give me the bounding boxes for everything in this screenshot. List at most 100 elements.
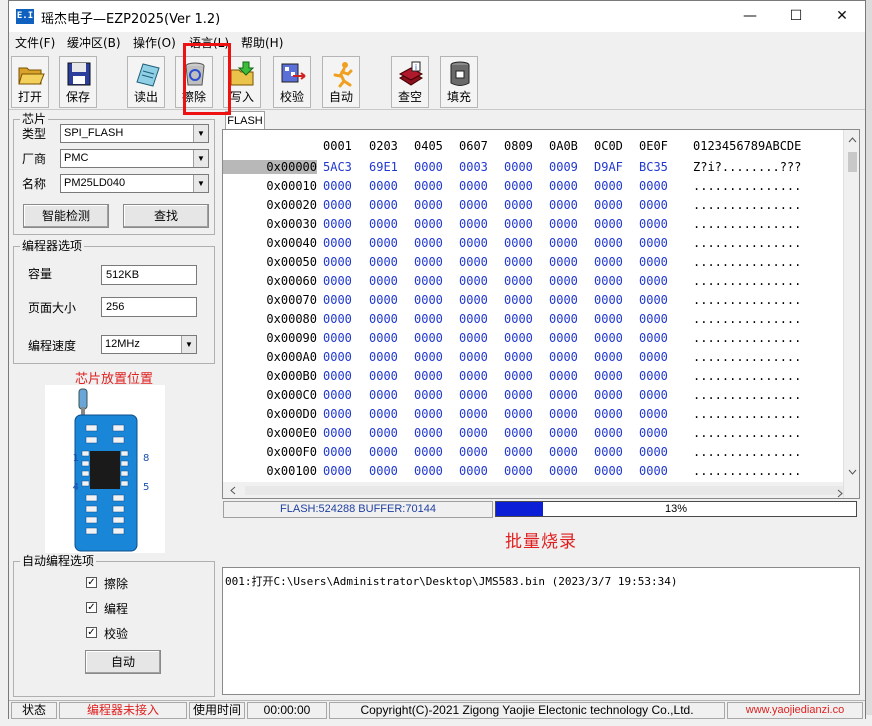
hex-cell[interactable]: 0000 bbox=[323, 350, 352, 364]
vertical-scrollbar[interactable] bbox=[843, 130, 859, 498]
hex-cell[interactable]: 0000 bbox=[639, 274, 668, 288]
hex-cell[interactable]: 0000 bbox=[504, 255, 533, 269]
hex-cell[interactable]: 0000 bbox=[504, 312, 533, 326]
hex-cell[interactable]: 0000 bbox=[323, 369, 352, 383]
table-row[interactable]: 0x00030 0000 0000 0000 0000 0000 0000 0000 0000.… bbox=[223, 215, 859, 234]
open-button[interactable]: 打开 bbox=[11, 56, 49, 108]
hex-cell[interactable]: 0000 bbox=[594, 179, 623, 193]
hex-cell[interactable]: 0000 bbox=[594, 198, 623, 212]
chip-name-select[interactable]: PM25LD040 ▼ bbox=[60, 174, 209, 193]
hex-cell[interactable]: 0000 bbox=[639, 293, 668, 307]
chevron-down-icon[interactable]: ▼ bbox=[181, 336, 196, 353]
hex-cell[interactable]: 0000 bbox=[594, 350, 623, 364]
hex-cell[interactable]: 0000 bbox=[414, 426, 443, 440]
hex-cell[interactable]: 0000 bbox=[639, 179, 668, 193]
menu-file[interactable]: 文件(F) bbox=[15, 34, 55, 51]
hex-cell[interactable]: 0000 bbox=[639, 236, 668, 250]
hex-cell[interactable]: 0000 bbox=[549, 293, 578, 307]
hex-cell[interactable]: 0000 bbox=[459, 350, 488, 364]
hex-cell[interactable]: 0000 bbox=[549, 445, 578, 459]
hex-cell[interactable]: 0000 bbox=[504, 236, 533, 250]
chevron-down-icon[interactable]: ▼ bbox=[193, 175, 208, 192]
scroll-right-icon[interactable] bbox=[832, 485, 849, 502]
horizontal-scrollbar[interactable] bbox=[223, 482, 843, 498]
hex-cell[interactable]: 0000 bbox=[323, 236, 352, 250]
hex-cell[interactable]: 0000 bbox=[504, 293, 533, 307]
website-link[interactable]: www.yaojiedianzi.co bbox=[727, 702, 863, 719]
hex-cell[interactable]: 0000 bbox=[414, 350, 443, 364]
hex-cell[interactable]: 0000 bbox=[639, 426, 668, 440]
hex-cell[interactable]: 0000 bbox=[549, 274, 578, 288]
hex-cell[interactable]: 0003 bbox=[459, 160, 488, 174]
hex-cell[interactable]: 0000 bbox=[549, 312, 578, 326]
minimize-button[interactable]: — bbox=[727, 1, 773, 32]
hex-cell[interactable]: 0000 bbox=[414, 407, 443, 421]
hex-cell[interactable]: 0009 bbox=[549, 160, 578, 174]
hex-cell[interactable]: 0000 bbox=[369, 407, 398, 421]
hex-cell[interactable]: 0000 bbox=[459, 198, 488, 212]
hex-cell[interactable]: 0000 bbox=[414, 445, 443, 459]
hex-cell[interactable]: 0000 bbox=[594, 388, 623, 402]
hex-cell[interactable]: 0000 bbox=[323, 179, 352, 193]
hex-cell[interactable]: 0000 bbox=[414, 179, 443, 193]
hex-cell[interactable]: 0000 bbox=[369, 388, 398, 402]
page-size-field[interactable]: 256 bbox=[101, 297, 197, 317]
table-row[interactable]: 0x000E0 0000 0000 0000 0000 0000 0000 0000 0000.… bbox=[223, 424, 859, 443]
hex-cell[interactable]: 0000 bbox=[414, 198, 443, 212]
hex-cell[interactable]: D9AF bbox=[594, 160, 623, 174]
chip-vendor-select[interactable]: PMC ▼ bbox=[60, 149, 209, 168]
hex-cell[interactable]: 0000 bbox=[594, 312, 623, 326]
hex-cell[interactable]: 0000 bbox=[369, 236, 398, 250]
table-row[interactable]: 0x00060 0000 0000 0000 0000 0000 0000 0000 0000.… bbox=[223, 272, 859, 291]
hex-cell[interactable]: 0000 bbox=[549, 464, 578, 478]
hex-cell[interactable]: 0000 bbox=[504, 331, 533, 345]
hex-cell[interactable]: 0000 bbox=[369, 464, 398, 478]
hex-cell[interactable]: 0000 bbox=[639, 255, 668, 269]
hex-cell[interactable]: 0000 bbox=[594, 445, 623, 459]
hex-cell[interactable]: 0000 bbox=[594, 255, 623, 269]
capacity-field[interactable]: 512KB bbox=[101, 265, 197, 285]
table-row[interactable]: 0x000C0 0000 0000 0000 0000 0000 0000 0000 0000.… bbox=[223, 386, 859, 405]
hex-cell[interactable]: 0000 bbox=[594, 464, 623, 478]
hex-cell[interactable]: 0000 bbox=[594, 426, 623, 440]
hex-cell[interactable]: 0000 bbox=[504, 369, 533, 383]
hex-cell[interactable]: 0000 bbox=[323, 331, 352, 345]
verify-checkbox[interactable]: ✓ bbox=[86, 627, 97, 638]
erase-checkbox[interactable]: ✓ bbox=[86, 577, 97, 588]
hex-cell[interactable]: 0000 bbox=[323, 274, 352, 288]
hex-cell[interactable]: 0000 bbox=[459, 274, 488, 288]
hex-cell[interactable]: 0000 bbox=[504, 426, 533, 440]
auto-button-toolbar[interactable]: 自动 bbox=[322, 56, 360, 108]
hex-cell[interactable]: 0000 bbox=[504, 217, 533, 231]
hex-cell[interactable]: 0000 bbox=[639, 350, 668, 364]
hex-cell[interactable]: 0000 bbox=[459, 255, 488, 269]
table-row[interactable]: 0x00070 0000 0000 0000 0000 0000 0000 0000 0000.… bbox=[223, 291, 859, 310]
hex-cell[interactable]: 0000 bbox=[323, 293, 352, 307]
hex-cell[interactable]: 0000 bbox=[594, 369, 623, 383]
hex-cell[interactable]: 0000 bbox=[504, 445, 533, 459]
hex-cell[interactable]: 0000 bbox=[504, 350, 533, 364]
hex-cell[interactable]: 0000 bbox=[323, 407, 352, 421]
hex-cell[interactable]: 0000 bbox=[594, 274, 623, 288]
hex-cell[interactable]: 0000 bbox=[323, 464, 352, 478]
hex-cell[interactable]: 0000 bbox=[549, 388, 578, 402]
menu-help[interactable]: 帮助(H) bbox=[241, 34, 283, 51]
hex-cell[interactable]: 0000 bbox=[549, 198, 578, 212]
hex-cell[interactable]: 0000 bbox=[369, 426, 398, 440]
hex-cell[interactable]: 0000 bbox=[639, 369, 668, 383]
hex-cell[interactable]: 0000 bbox=[414, 312, 443, 326]
hex-cell[interactable]: 0000 bbox=[459, 331, 488, 345]
hex-cell[interactable]: 0000 bbox=[459, 445, 488, 459]
hex-cell[interactable]: 0000 bbox=[504, 407, 533, 421]
program-checkbox[interactable]: ✓ bbox=[86, 602, 97, 613]
hex-cell[interactable]: 0000 bbox=[414, 369, 443, 383]
table-row[interactable]: 0x000A0 0000 0000 0000 0000 0000 0000 0000 0000.… bbox=[223, 348, 859, 367]
hex-cell[interactable]: 0000 bbox=[369, 312, 398, 326]
hex-cell[interactable]: 0000 bbox=[549, 179, 578, 193]
hex-cell[interactable]: 0000 bbox=[459, 217, 488, 231]
hex-cell[interactable]: 0000 bbox=[369, 255, 398, 269]
hex-cell[interactable]: 0000 bbox=[594, 236, 623, 250]
chevron-down-icon[interactable]: ▼ bbox=[193, 125, 208, 142]
hex-cell[interactable]: 0000 bbox=[549, 369, 578, 383]
hex-cell[interactable]: 0000 bbox=[549, 236, 578, 250]
